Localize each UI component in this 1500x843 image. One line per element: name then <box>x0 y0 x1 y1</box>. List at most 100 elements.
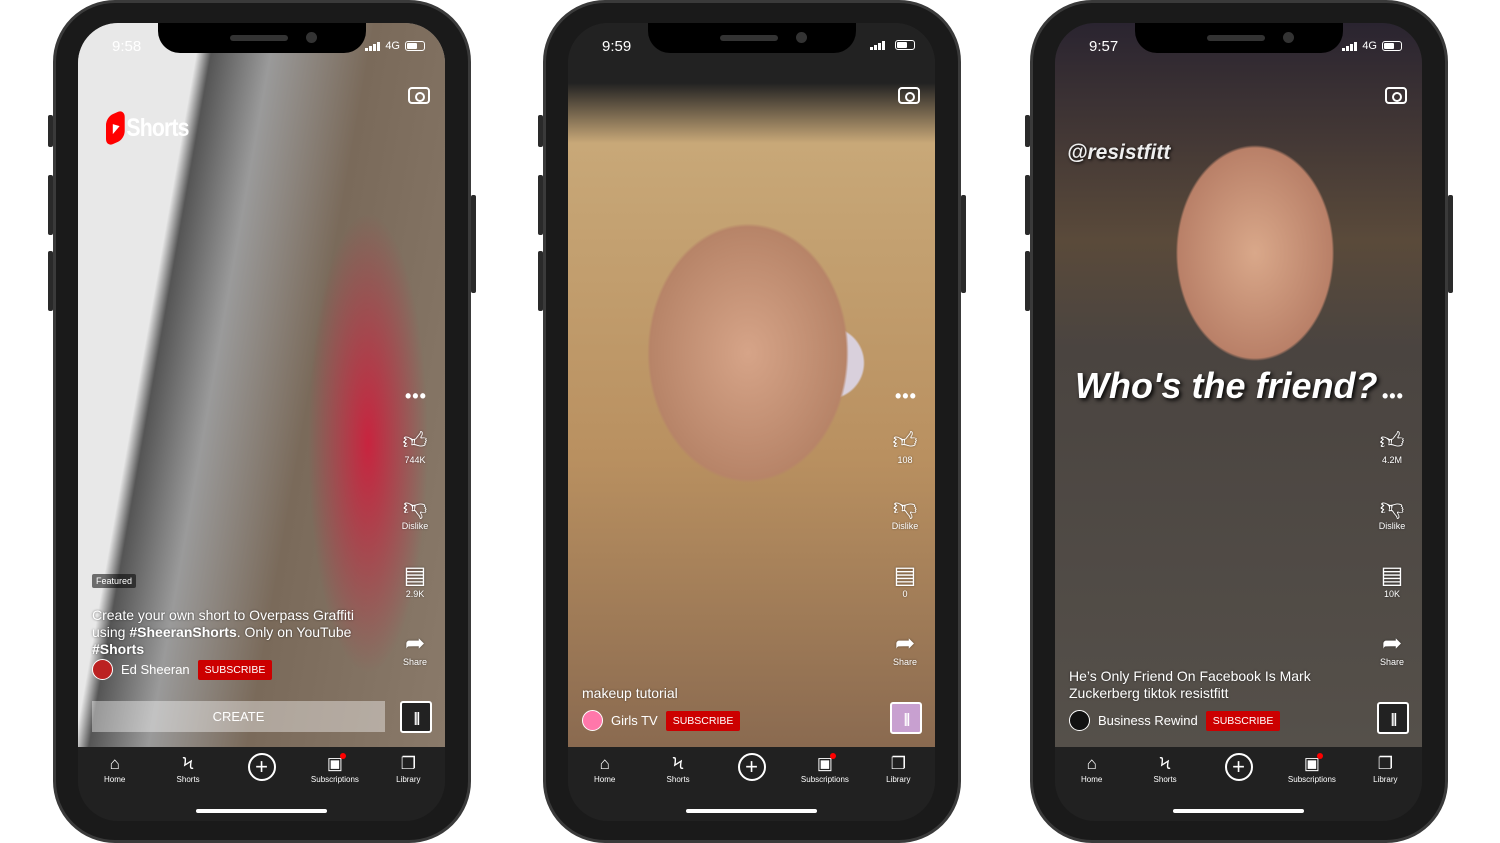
shorts-screen: 9:58 4G Shorts ••• 👍︎ 744K 👎︎ Dislike ▤ 2.9… <box>78 23 445 821</box>
thumbs-up-icon: 👍︎ <box>1379 428 1405 455</box>
status-bar: 4G <box>1342 40 1402 52</box>
sound-thumbnail[interactable]: ||| <box>890 702 922 734</box>
comments-button[interactable]: ▤ 2.9K <box>390 562 440 600</box>
more-options-icon[interactable]: ••• <box>895 386 917 407</box>
thumbs-down-icon: 👎︎ <box>892 494 918 521</box>
shorts-icon: Ϟ <box>1159 754 1171 773</box>
comments-button[interactable]: ▤ 0 <box>880 562 930 600</box>
channel-name[interactable]: Business Rewind <box>1098 713 1198 728</box>
subscriptions-icon: ▣ <box>788 753 861 775</box>
shorts-screen: 9:59 ••• 👍︎ 108 👎︎ Dislike ▤ 0 ➦ Share makeu… <box>568 23 935 821</box>
subscribe-button[interactable]: SUBSCRIBE <box>1205 710 1281 731</box>
dislike-button[interactable]: 👎︎ Dislike <box>880 494 930 532</box>
create-button[interactable]: CREATE <box>92 701 385 732</box>
comments-button[interactable]: ▤ 10K <box>1367 562 1417 600</box>
status-bar: 4G <box>365 40 425 52</box>
more-options-icon[interactable]: ••• <box>1382 386 1404 407</box>
hashtag-link[interactable]: #Shorts <box>92 641 144 657</box>
more-options-icon[interactable]: ••• <box>405 386 427 407</box>
thumbs-down-icon: 👎︎ <box>1379 494 1405 521</box>
channel-name[interactable]: Ed Sheeran <box>121 662 190 677</box>
home-icon: ⌂ <box>109 754 120 773</box>
nav-home[interactable]: ⌂ Home <box>78 753 151 821</box>
dislike-button[interactable]: 👎︎ Dislike <box>390 494 440 532</box>
youtube-shorts-logo: Shorts <box>106 108 189 148</box>
share-icon: ➦ <box>894 630 916 657</box>
home-icon: ⌂ <box>599 754 610 773</box>
phone-mockup: 9:57 4G @resistfitt Who's the friend? •••… <box>1025 0 1453 843</box>
network-label: 4G <box>385 40 400 52</box>
home-icon: ⌂ <box>1086 754 1097 773</box>
dislike-button[interactable]: 👎︎ Dislike <box>1367 494 1417 532</box>
signal-icon <box>870 40 885 50</box>
comment-icon: ▤ <box>893 562 917 589</box>
share-icon: ➦ <box>1381 630 1403 657</box>
video-overlay-handle: @resistfitt <box>1067 141 1171 164</box>
channel-row: Ed Sheeran SUBSCRIBE <box>92 659 273 680</box>
notch <box>1135 23 1343 53</box>
shorts-icon: Ϟ <box>672 754 684 773</box>
featured-badge: Featured <box>92 574 137 588</box>
signal-icon <box>1342 41 1358 51</box>
home-indicator <box>686 809 817 813</box>
camera-icon[interactable] <box>1385 87 1407 104</box>
camera-icon[interactable] <box>408 87 430 104</box>
comment-icon: ▤ <box>403 562 427 589</box>
home-indicator <box>196 809 327 813</box>
library-icon: ❐ <box>1377 754 1393 773</box>
share-button[interactable]: ➦ Share <box>880 630 930 668</box>
share-button[interactable]: ➦ Share <box>390 630 440 668</box>
create-plus-icon: + <box>715 753 788 781</box>
status-time: 9:59 <box>602 38 632 55</box>
network-label: 4G <box>1362 40 1377 52</box>
video-overlay-caption: Who's the friend? <box>1075 365 1378 406</box>
battery-icon <box>895 40 915 50</box>
hashtag-link[interactable]: #SheeranShorts <box>129 624 236 640</box>
notch <box>648 23 856 53</box>
share-button[interactable]: ➦ Share <box>1367 630 1417 668</box>
nav-library[interactable]: ❐ Library <box>862 753 935 821</box>
channel-row: Business Rewind SUBSCRIBE <box>1069 710 1281 731</box>
video-description[interactable]: Create your own short to Overpass Graffi… <box>92 607 372 658</box>
phone-mockup: 9:59 ••• 👍︎ 108 👎︎ Dislike ▤ 0 ➦ Share makeu… <box>538 0 966 843</box>
nav-home[interactable]: ⌂ Home <box>568 753 641 821</box>
sound-thumbnail[interactable]: ||| <box>1377 702 1409 734</box>
like-button[interactable]: 👍︎ 744K <box>390 428 440 466</box>
library-icon: ❐ <box>400 754 416 773</box>
notch <box>158 23 366 53</box>
status-bar <box>870 40 915 50</box>
sound-thumbnail[interactable]: ||| <box>400 701 432 733</box>
signal-icon <box>365 41 381 51</box>
battery-icon <box>405 41 425 51</box>
video-description[interactable]: makeup tutorial <box>582 685 862 702</box>
shorts-screen: 9:57 4G @resistfitt Who's the friend? •••… <box>1055 23 1422 821</box>
phone-mockup: 9:58 4G Shorts ••• 👍︎ 744K 👎︎ Dislike ▤ 2.9… <box>48 0 476 843</box>
channel-avatar[interactable] <box>1069 710 1090 731</box>
channel-name[interactable]: Girls TV <box>611 713 658 728</box>
thumbs-down-icon: 👎︎ <box>402 494 428 521</box>
status-time: 9:57 <box>1089 38 1119 55</box>
library-icon: ❐ <box>890 754 906 773</box>
nav-home[interactable]: ⌂ Home <box>1055 753 1128 821</box>
channel-row: Girls TV SUBSCRIBE <box>582 710 741 731</box>
thumbs-up-icon: 👍︎ <box>892 428 918 455</box>
video-description[interactable]: He’s Only Friend On Facebook Is Mark Zuc… <box>1069 668 1349 702</box>
subscribe-button[interactable]: SUBSCRIBE <box>665 710 741 731</box>
nav-library[interactable]: ❐ Library <box>372 753 445 821</box>
subscriptions-icon: ▣ <box>1275 753 1348 775</box>
nav-library[interactable]: ❐ Library <box>1349 753 1422 821</box>
thumbs-up-icon: 👍︎ <box>402 428 428 455</box>
status-time: 9:58 <box>112 38 142 55</box>
channel-avatar[interactable] <box>92 659 113 680</box>
channel-avatar[interactable] <box>582 710 603 731</box>
battery-icon <box>1382 41 1402 51</box>
like-button[interactable]: 👍︎ 108 <box>880 428 930 466</box>
like-button[interactable]: 👍︎ 4.2M <box>1367 428 1417 466</box>
create-plus-icon: + <box>225 753 298 781</box>
subscribe-button[interactable]: SUBSCRIBE <box>197 659 273 680</box>
camera-icon[interactable] <box>898 87 920 104</box>
comment-icon: ▤ <box>1380 562 1404 589</box>
shorts-icon: Ϟ <box>182 754 194 773</box>
share-icon: ➦ <box>404 630 426 657</box>
subscriptions-icon: ▣ <box>298 753 371 775</box>
